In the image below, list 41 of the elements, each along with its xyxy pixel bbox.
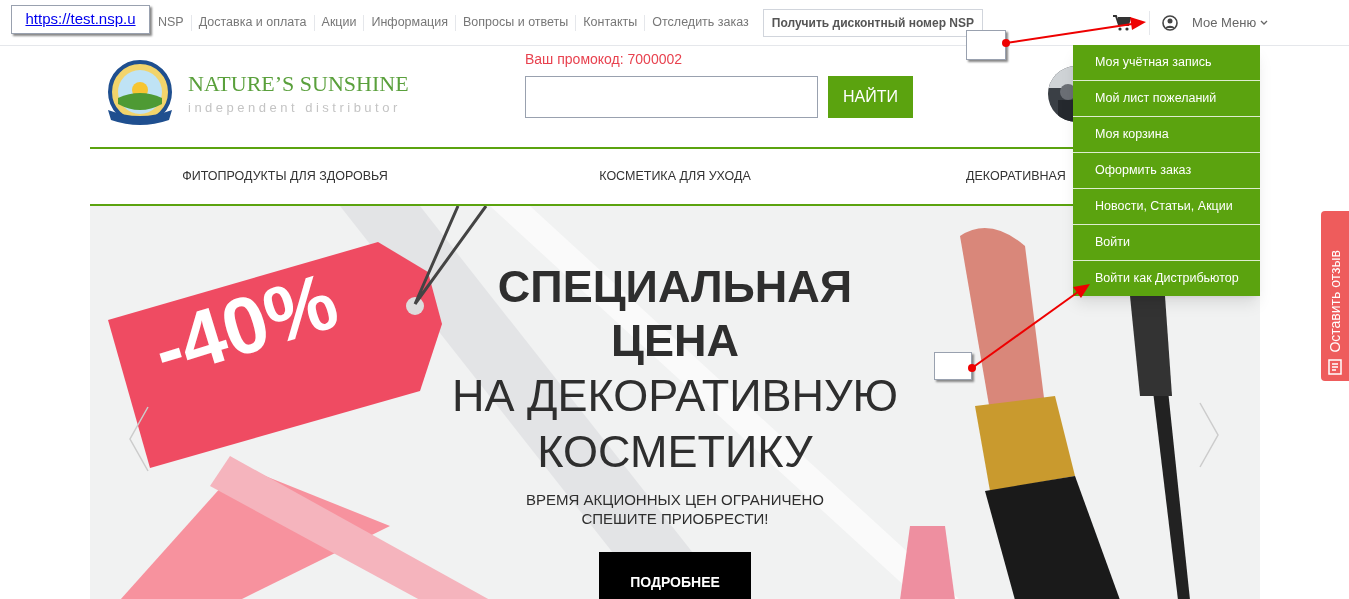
category-link[interactable]: КОСМЕТИКА ДЛЯ УХОДА (599, 169, 751, 184)
chevron-left-icon[interactable] (128, 406, 150, 472)
top-nav-link[interactable]: NSP (158, 13, 184, 32)
banner-headline: КОСМЕТИКУ (537, 425, 813, 479)
category-link[interactable]: ДЕКОРАТИВНАЯ (966, 169, 1066, 184)
banner-headline: НА ДЕКОРАТИВНУЮ (451, 369, 899, 423)
banner-headline: СПЕЦИАЛЬНАЯ (497, 260, 853, 314)
discount-tag-text: -40% (144, 260, 347, 392)
menu-item[interactable]: Войти как Дистрибьютор (1073, 261, 1260, 296)
top-nav-link[interactable]: Вопросы и ответы (463, 13, 569, 32)
menu-item[interactable]: Моя учётная запись (1073, 45, 1260, 80)
annotation-box (934, 352, 972, 380)
logo-tagline: independent distributor (188, 99, 402, 117)
top-nav-link[interactable]: Доставка и оплата (198, 13, 307, 32)
menu-item[interactable]: Моя корзина (1073, 117, 1260, 152)
menu-item[interactable]: Войти (1073, 225, 1260, 260)
chevron-down-icon (1260, 19, 1269, 26)
top-nav-link[interactable]: Информация (371, 13, 449, 32)
menu-item[interactable]: Мой лист пожеланий (1073, 81, 1260, 116)
feedback-tab[interactable]: Оставить отзыв (1321, 211, 1349, 381)
search-button[interactable]: НАЙТИ (828, 76, 913, 118)
top-nav-link[interactable]: Акции (321, 13, 357, 32)
top-nav-link[interactable]: Отследить заказ (652, 13, 749, 32)
user-menu-toggle[interactable]: Мое Меню (1192, 12, 1269, 33)
category-link[interactable]: ФИТОПРОДУКТЫ ДЛЯ ЗДОРОВЬЯ (182, 169, 388, 184)
menu-item[interactable]: Оформить заказ (1073, 153, 1260, 188)
search-field[interactable] (525, 76, 818, 118)
promo-code: Ваш промокод: 7000002 (525, 50, 684, 69)
menu-item[interactable]: Новости, Статьи, Акции (1073, 189, 1260, 224)
banner-subtitle: ВРЕМЯ АКЦИОННЫХ ЦЕН ОГРАНИЧЕНО (526, 490, 824, 509)
logo-name: NATURE’S SUNSHINE (188, 70, 409, 98)
cart-icon[interactable] (1113, 14, 1131, 31)
banner-headline: ЦЕНА (611, 314, 739, 368)
url-label: https://test.nsp.u (11, 5, 150, 34)
top-nav-link[interactable]: Контакты (583, 13, 638, 32)
note-icon (1328, 359, 1342, 375)
user-icon[interactable] (1162, 14, 1178, 31)
discount-number-button[interactable]: Получить дисконтный номер NSP (762, 8, 983, 37)
banner-subtitle: СПЕШИТЕ ПРИОБРЕСТИ! (581, 509, 769, 528)
annotation-box (966, 30, 1006, 60)
more-button[interactable]: ПОДРОБНЕЕ (599, 552, 751, 599)
